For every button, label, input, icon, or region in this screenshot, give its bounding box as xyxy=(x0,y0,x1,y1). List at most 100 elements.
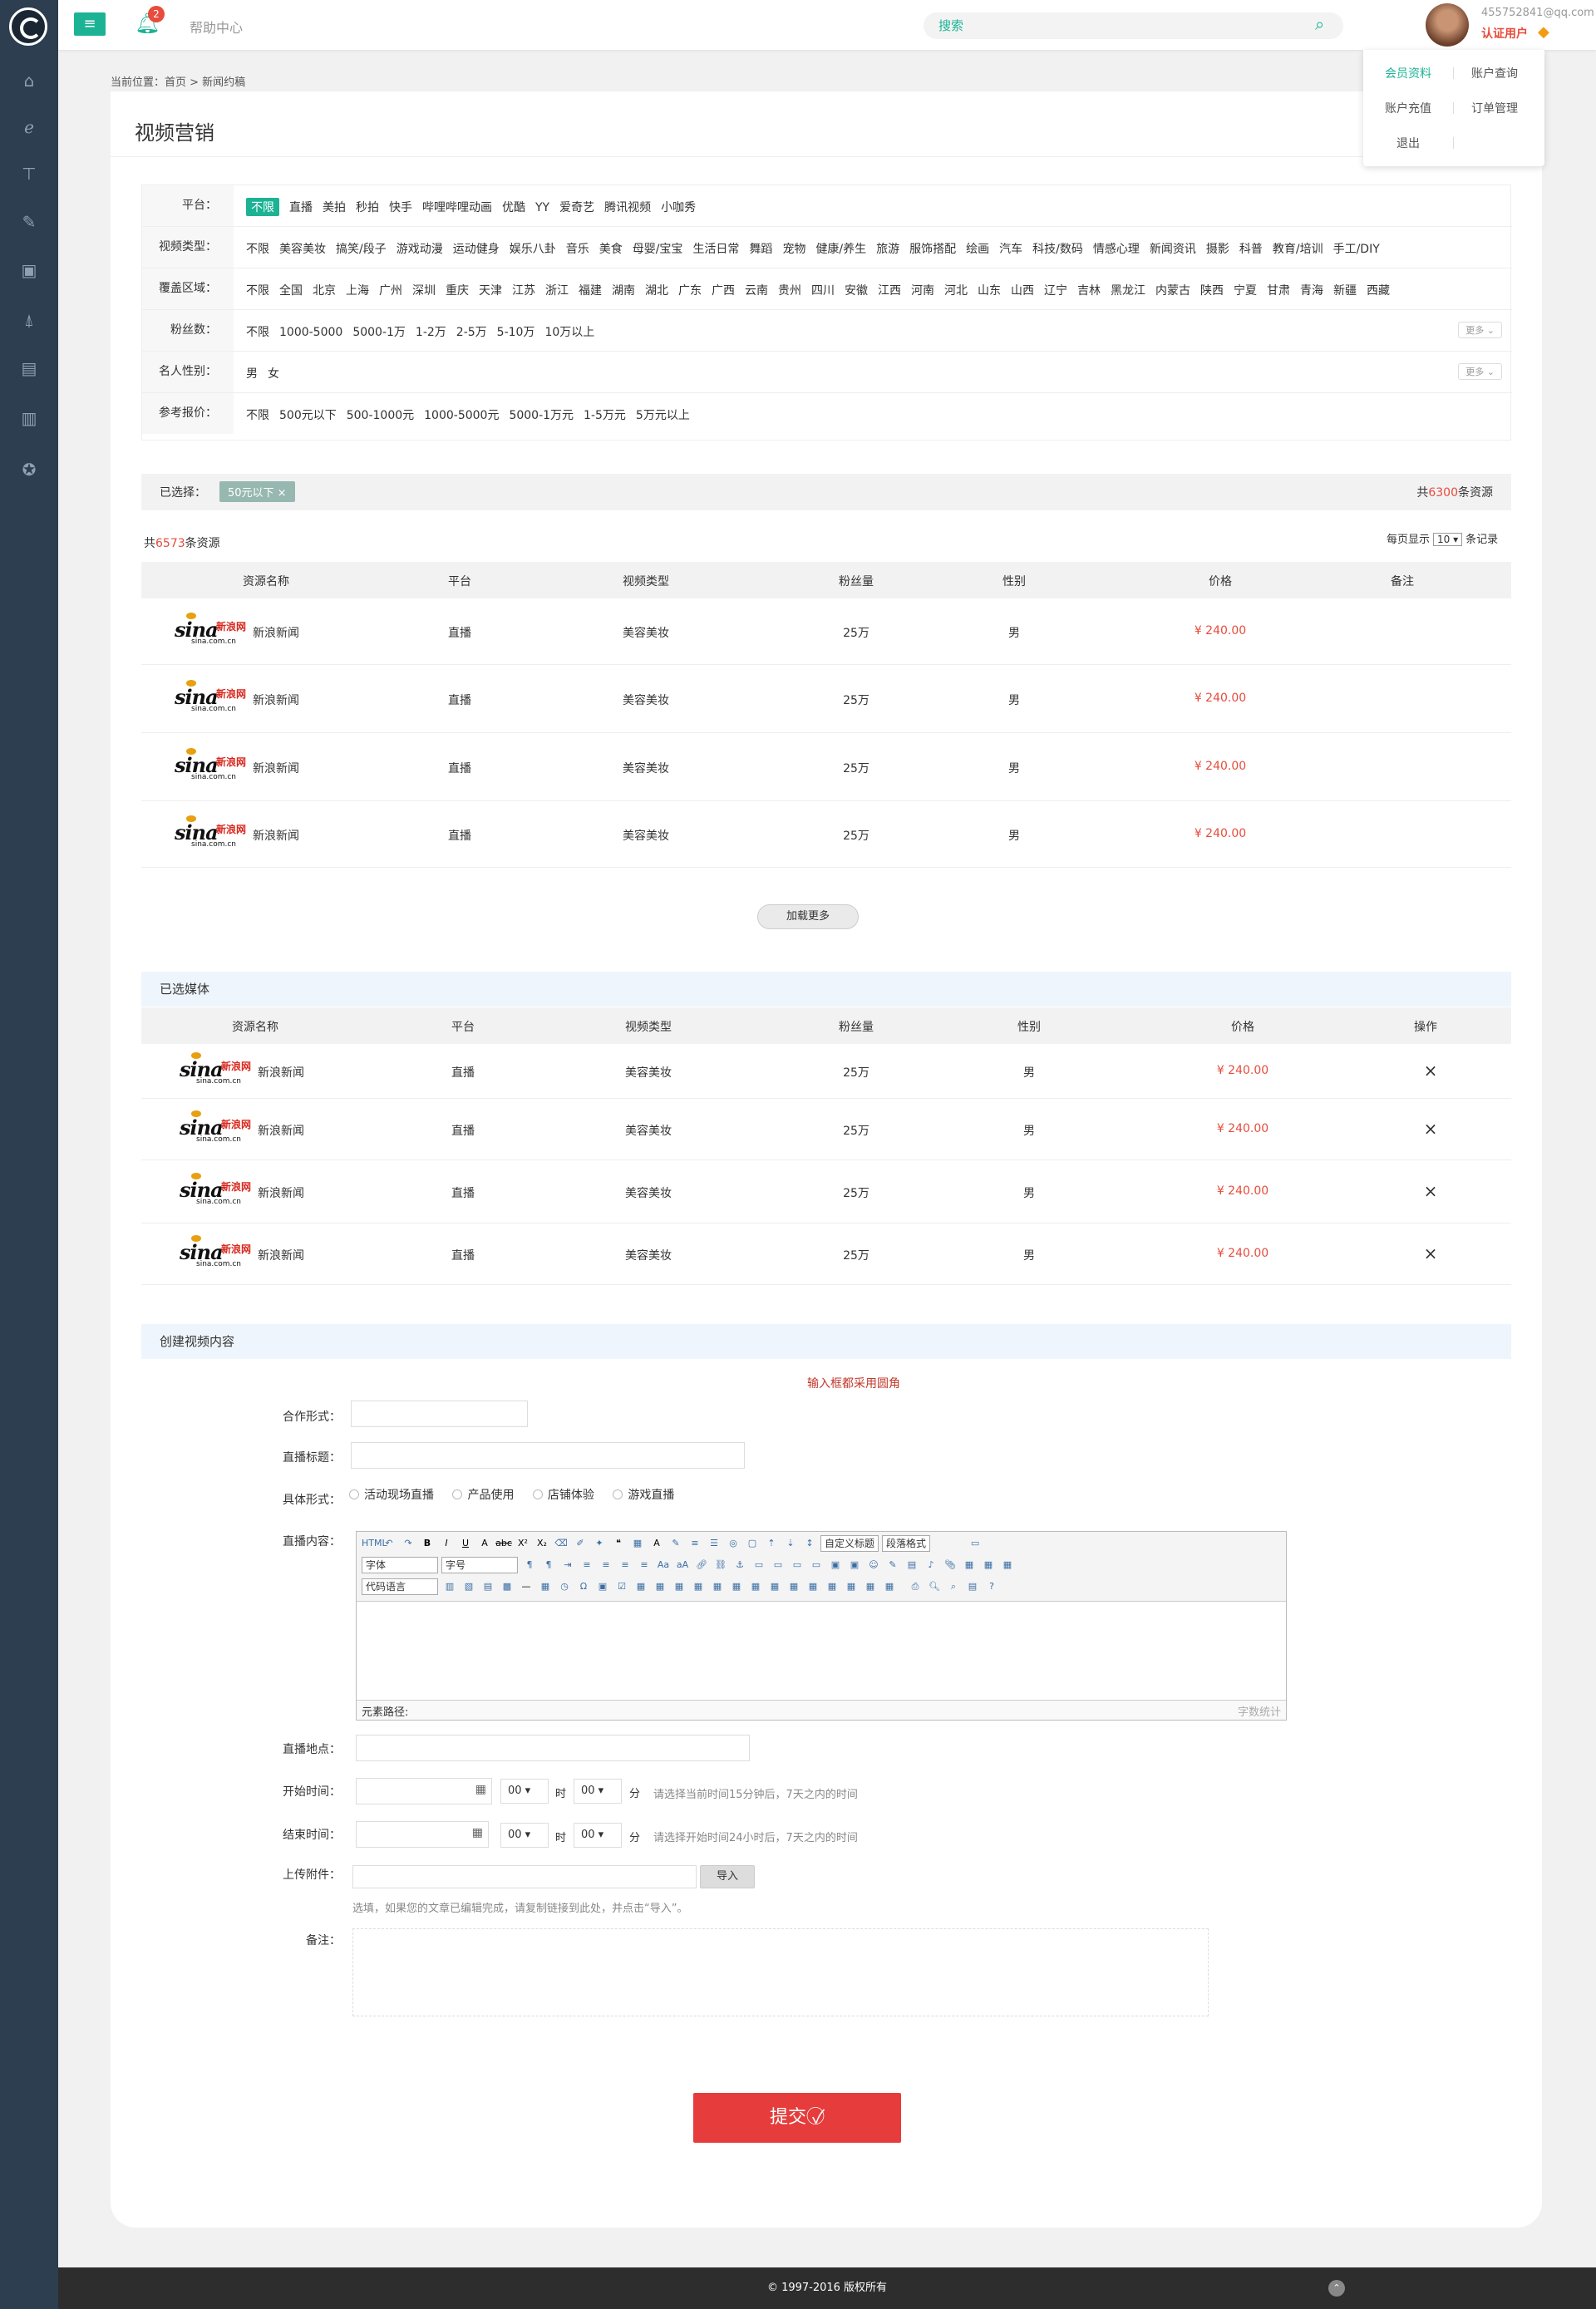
filter-option[interactable]: 天津 xyxy=(479,281,502,299)
emotion-icon[interactable]: ☺ xyxy=(865,1557,882,1573)
filter-option[interactable]: 摄影 xyxy=(1206,239,1229,258)
filter-option[interactable]: 教育/培训 xyxy=(1273,239,1323,258)
blockquote-icon[interactable]: ❝ xyxy=(610,1535,627,1552)
filter-option[interactable]: 不限 xyxy=(246,198,279,216)
preview-icon[interactable]: 🔍︎ xyxy=(926,1578,943,1595)
filter-option[interactable]: 黑龙江 xyxy=(1111,281,1145,299)
filter-option[interactable]: 河南 xyxy=(911,281,934,299)
filter-option[interactable]: 内蒙古 xyxy=(1155,281,1190,299)
filter-option[interactable]: 深圳 xyxy=(412,281,436,299)
menu-item-account-query[interactable]: 账户查询 xyxy=(1453,65,1536,81)
radio-circle[interactable] xyxy=(349,1489,359,1499)
location-input[interactable] xyxy=(356,1735,750,1761)
page-break-icon[interactable]: ▥ xyxy=(441,1578,458,1595)
ltr-icon[interactable]: ¶ xyxy=(521,1557,538,1573)
filter-option[interactable]: 腾讯视频 xyxy=(604,198,651,216)
insert-row-icon[interactable]: ▦ xyxy=(690,1578,707,1595)
more-button[interactable]: 更多 ⌄ xyxy=(1458,363,1502,380)
filter-option[interactable]: 运动健身 xyxy=(453,239,500,258)
table-row[interactable]: sina 新浪网 sina.com.cn 新浪新闻 直播 美容美妆 25万男 ¥ 240.00 xyxy=(141,598,1511,665)
paste-text-icon[interactable]: ▦ xyxy=(629,1535,646,1552)
start-hour-select[interactable]: 00 ▾ xyxy=(500,1779,549,1804)
clear-doc-icon[interactable]: ▢ xyxy=(744,1535,761,1552)
indent-icon[interactable]: ⇥ xyxy=(559,1557,576,1573)
template-icon[interactable]: ▤ xyxy=(480,1578,496,1595)
filter-option[interactable]: 新闻资讯 xyxy=(1150,239,1196,258)
split-cols-icon[interactable]: ▦ xyxy=(862,1578,879,1595)
filter-option[interactable]: 西藏 xyxy=(1367,281,1390,299)
per-page-select[interactable]: 10 ▾ xyxy=(1433,533,1463,546)
filter-option[interactable]: 音乐 xyxy=(566,239,589,258)
split-cells-icon[interactable]: ▦ xyxy=(824,1578,840,1595)
filter-option[interactable]: 2-5万 xyxy=(456,322,487,341)
remove-icon[interactable]: × xyxy=(1424,1181,1438,1201)
filter-option[interactable]: 1-5万元 xyxy=(584,406,626,424)
filter-option[interactable]: 浙江 xyxy=(545,281,569,299)
filter-option[interactable]: 舞蹈 xyxy=(749,239,772,258)
filter-option[interactable]: 旅游 xyxy=(876,239,899,258)
note-textarea[interactable] xyxy=(352,1928,1209,2016)
spellcheck-icon[interactable]: ☑ xyxy=(613,1578,630,1595)
row-spacing-bottom-icon[interactable]: ⇣ xyxy=(782,1535,799,1552)
filter-option[interactable]: 1-2万 xyxy=(416,322,446,341)
iframe-icon[interactable]: ▦ xyxy=(999,1557,1016,1573)
filter-option[interactable]: 游戏动漫 xyxy=(397,239,443,258)
menu-item-profile[interactable]: 会员资料 xyxy=(1367,65,1450,81)
tv-icon[interactable]: ▣ xyxy=(18,259,40,281)
filter-option[interactable]: 贵州 xyxy=(778,281,801,299)
filter-option[interactable]: 娱乐八卦 xyxy=(510,239,556,258)
delete-table-icon[interactable]: ▦ xyxy=(652,1578,668,1595)
filter-option[interactable]: 快手 xyxy=(389,198,412,216)
filter-option[interactable]: 北京 xyxy=(313,281,336,299)
filter-option[interactable]: 甘肃 xyxy=(1267,281,1290,299)
image-none-icon[interactable]: ▭ xyxy=(751,1557,767,1573)
align-center-icon[interactable]: ≡ xyxy=(598,1557,614,1573)
filter-option[interactable]: 科技/数码 xyxy=(1032,239,1083,258)
import-button[interactable]: 导入 xyxy=(700,1865,755,1888)
start-minute-select[interactable]: 00 ▾ xyxy=(574,1779,622,1804)
filter-option[interactable]: 情感心理 xyxy=(1093,239,1140,258)
delete-col-icon[interactable]: ▦ xyxy=(747,1578,764,1595)
unlink-icon[interactable]: ⛓ xyxy=(712,1557,729,1573)
filter-option[interactable]: 优酷 xyxy=(502,198,525,216)
filter-option[interactable]: 云南 xyxy=(745,281,768,299)
filter-option[interactable]: 1000-5000元 xyxy=(424,406,499,424)
table-row[interactable]: sina 新浪网 sina.com.cn 新浪新闻 直播 美容美妆 25万男 ¥ 240.00… xyxy=(141,1223,1511,1285)
insert-frame-icon[interactable]: ▩ xyxy=(499,1578,515,1595)
filter-option[interactable]: 湖北 xyxy=(645,281,668,299)
search-icon[interactable]: ⌕ xyxy=(1315,14,1324,34)
filter-option[interactable]: 秒拍 xyxy=(356,198,379,216)
coop-input[interactable] xyxy=(351,1401,528,1427)
filter-option[interactable]: 宠物 xyxy=(782,239,805,258)
filter-option[interactable]: 男 xyxy=(246,364,258,382)
table-row[interactable]: sina 新浪网 sina.com.cn 新浪新闻 直播 美容美妆 25万男 ¥ 240.00 xyxy=(141,801,1511,868)
lowercase-icon[interactable]: aA xyxy=(674,1557,691,1573)
filter-option[interactable]: YY xyxy=(535,200,549,215)
insert-para-before-table-icon[interactable]: ▦ xyxy=(671,1578,687,1595)
align-right-icon[interactable]: ≡ xyxy=(617,1557,633,1573)
calendar-icon[interactable]: ▦ xyxy=(472,1826,483,1839)
link-icon[interactable]: 🔗︎ xyxy=(693,1557,710,1573)
filter-option[interactable]: 江苏 xyxy=(512,281,535,299)
filter-option[interactable]: 汽车 xyxy=(999,239,1022,258)
print-icon[interactable]: ⎙ xyxy=(907,1578,924,1595)
html-icon[interactable]: HTML xyxy=(362,1535,387,1552)
filter-option[interactable]: 全国 xyxy=(279,281,303,299)
end-minute-select[interactable]: 00 ▾ xyxy=(574,1823,622,1848)
end-hour-select[interactable]: 00 ▾ xyxy=(500,1823,549,1848)
bold-icon[interactable]: B xyxy=(419,1535,436,1552)
filter-option[interactable]: 美食 xyxy=(599,239,623,258)
image-left-icon[interactable]: ▭ xyxy=(770,1557,786,1573)
drafts-icon[interactable]: ▤ xyxy=(964,1578,981,1595)
multi-image-icon[interactable]: ▣ xyxy=(846,1557,863,1573)
anchor-icon[interactable]: ⚓ xyxy=(732,1557,748,1573)
find-replace-icon[interactable]: ⌕ xyxy=(945,1578,962,1595)
superscript-icon[interactable]: X² xyxy=(515,1535,531,1552)
filter-option[interactable]: 吉林 xyxy=(1077,281,1101,299)
filter-option[interactable]: 广州 xyxy=(379,281,402,299)
logo-icon[interactable] xyxy=(9,7,47,46)
filter-option[interactable]: 美拍 xyxy=(323,198,346,216)
menu-item-orders[interactable]: 订单管理 xyxy=(1453,100,1536,116)
filter-option[interactable]: 不限 xyxy=(246,281,269,299)
radio-option[interactable]: 活动现场直播 xyxy=(349,1486,434,1503)
